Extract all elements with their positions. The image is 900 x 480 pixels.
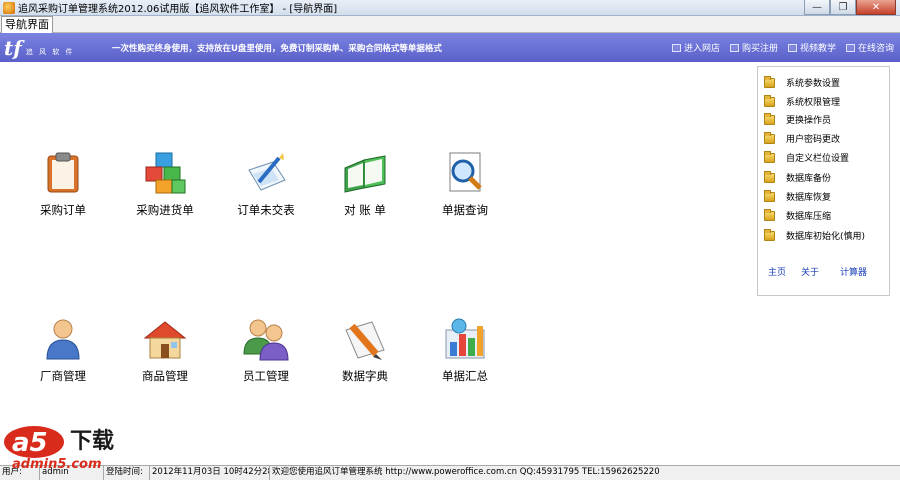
link-home[interactable]: 主页 — [768, 265, 786, 278]
title-bar: 追风采购订单管理系统2012.06试用版【追风软件工作室】 - [导航界面] —… — [0, 0, 900, 16]
watermark-logo: a5 下载 admin5.com — [0, 418, 160, 474]
house-icon — [142, 316, 188, 362]
status-login-time: 2012年11月03日 10时42分28秒 — [150, 466, 270, 480]
menu-custom-columns[interactable]: 自定义栏位设置 — [764, 150, 849, 164]
nav-document-summary[interactable]: 单据汇总 — [420, 316, 510, 384]
tab-navigation[interactable]: 导航界面 — [1, 16, 53, 33]
link-online-consult[interactable]: 在线咨询 — [845, 41, 894, 54]
nav-vendor-management[interactable]: 厂商管理 — [18, 316, 108, 384]
nav-staff-management[interactable]: 员工管理 — [221, 316, 311, 384]
link-about[interactable]: 关于 — [801, 265, 819, 278]
menu-db-restore[interactable]: 数据库恢复 — [764, 189, 831, 203]
logo-mark: tf — [4, 35, 22, 60]
folder-icon — [764, 228, 775, 241]
square-icon — [787, 43, 797, 52]
banner-links: 进入网店 购买注册 视频教学 在线咨询 — [662, 41, 894, 54]
panel-links: 主页 关于 计算器 — [768, 265, 882, 278]
watermark-brand: a5 — [12, 428, 48, 458]
menu-db-compress[interactable]: 数据库压缩 — [764, 208, 831, 222]
nav-statement[interactable]: 对 账 单 — [320, 150, 410, 218]
cubes-icon — [142, 150, 188, 196]
link-shop[interactable]: 进入网店 — [671, 41, 720, 54]
menu-change-password[interactable]: 用户密码更改 — [764, 131, 840, 145]
logo: tf 追 风 软 件 — [4, 38, 104, 58]
folder-icon — [764, 131, 775, 144]
maximize-button[interactable]: ❐ — [830, 0, 856, 15]
window-title: 追风采购订单管理系统2012.06试用版【追风软件工作室】 - [导航界面] — [18, 4, 338, 15]
menu-system-settings[interactable]: 系统参数设置 — [764, 75, 840, 89]
watermark-site: admin5.com — [12, 457, 102, 472]
logo-text: 追 风 软 件 — [25, 47, 75, 56]
people-icon — [243, 316, 289, 362]
nav-purchase-order[interactable]: 采购订单 — [18, 150, 108, 218]
minimize-button[interactable]: — — [804, 0, 830, 15]
menu-db-initialize[interactable]: 数据库初始化(慎用) — [764, 228, 865, 242]
header-banner: tf 追 风 软 件 一次性购买终身使用，支持放在U盘里使用，免费订制采购单、采… — [0, 33, 900, 62]
magnifier-icon — [442, 150, 488, 196]
pen-paper-icon — [243, 150, 289, 196]
folder-icon — [764, 189, 775, 202]
nav-open-orders[interactable]: 订单未交表 — [221, 150, 311, 218]
link-video-tutorial[interactable]: 视频教学 — [787, 41, 836, 54]
folder-icon — [764, 94, 775, 107]
nav-document-query[interactable]: 单据查询 — [420, 150, 510, 218]
menu-permission-management[interactable]: 系统权限管理 — [764, 94, 840, 108]
link-register[interactable]: 购买注册 — [729, 41, 778, 54]
close-button[interactable]: ✕ — [856, 0, 896, 15]
folder-icon — [764, 208, 775, 221]
nav-purchase-receipt[interactable]: 采购进货单 — [120, 150, 210, 218]
slogan: 一次性购买终身使用，支持放在U盘里使用，免费订制采购单、采购合同格式等单据格式 — [112, 43, 442, 54]
folder-icon — [764, 170, 775, 183]
status-message: 欢迎您使用追风订单管理系统 http://www.poweroffice.com… — [272, 467, 660, 477]
person-icon — [40, 316, 86, 362]
folder-icon — [764, 150, 775, 163]
window-controls: — ❐ ✕ — [804, 0, 896, 15]
watermark-suffix: 下载 — [70, 428, 114, 454]
nav-data-dictionary[interactable]: 数据字典 — [320, 316, 410, 384]
link-calculator[interactable]: 计算器 — [840, 265, 867, 278]
menu-db-backup[interactable]: 数据库备份 — [764, 170, 831, 184]
menu-switch-operator[interactable]: 更换操作员 — [764, 112, 831, 126]
folder-icon — [764, 75, 775, 88]
bar-chart-icon — [442, 316, 488, 362]
square-icon — [671, 43, 681, 52]
app-icon — [3, 1, 15, 14]
book-icon — [342, 150, 388, 196]
folder-icon — [764, 112, 775, 125]
pencil-icon — [342, 316, 388, 362]
square-icon — [729, 43, 739, 52]
clipboard-icon — [40, 150, 86, 196]
tab-bar: 导航界面 — [0, 16, 900, 33]
system-panel: 系统参数设置 系统权限管理 更换操作员 用户密码更改 自定义栏位设置 数据库备份… — [757, 66, 890, 296]
square-icon — [845, 43, 855, 52]
nav-product-management[interactable]: 商品管理 — [120, 316, 210, 384]
